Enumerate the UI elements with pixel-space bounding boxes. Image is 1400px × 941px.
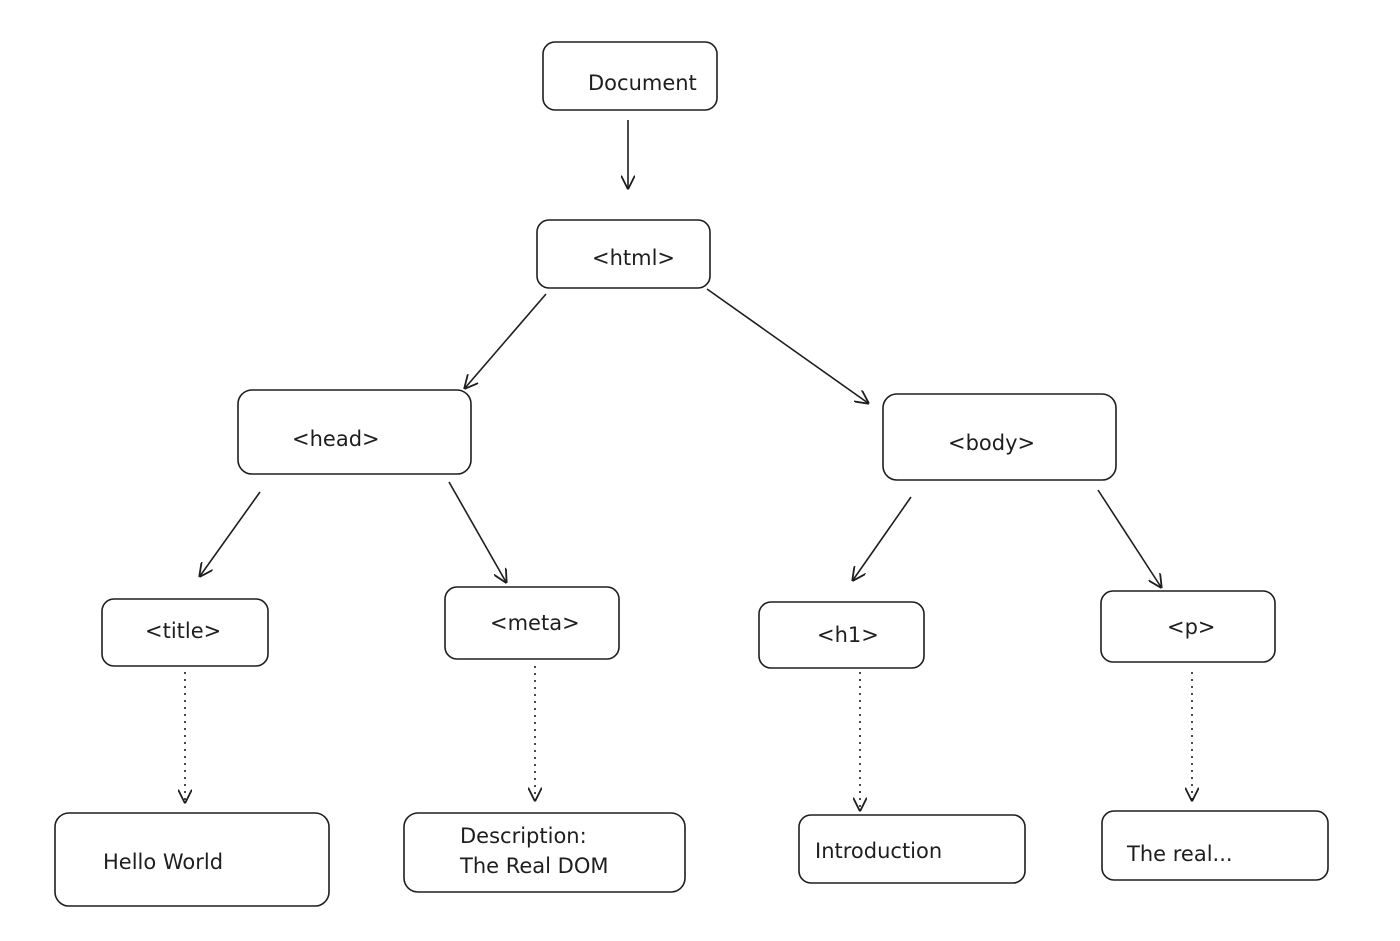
diagram-canvas: Document <html> <head> <body> <title> <m… [0,0,1400,941]
edge-head-to-title [200,491,261,576]
label-meta-text-line2: The Real DOM [459,854,609,878]
label-h1-text: Introduction [815,839,942,863]
label-html: <html> [592,246,675,270]
edge-head-to-meta [448,481,506,582]
label-body: <body> [948,431,1035,455]
label-p-text: The real... [1126,842,1233,866]
dom-tree-diagram: Document <html> <head> <body> <title> <m… [54,41,1329,907]
edge-body-to-h1 [853,496,912,580]
edge-body-to-p [1097,489,1161,587]
label-title-text: Hello World [103,850,223,874]
label-p: <p> [1167,615,1216,639]
edge-html-to-head [465,293,547,388]
label-meta: <meta> [490,611,580,635]
label-h1: <h1> [817,623,879,647]
edge-html-to-body [706,288,868,403]
label-meta-text-line1: Description: [460,824,587,848]
label-document: Document [588,71,697,95]
label-title: <title> [145,619,221,643]
label-head: <head> [292,427,380,451]
